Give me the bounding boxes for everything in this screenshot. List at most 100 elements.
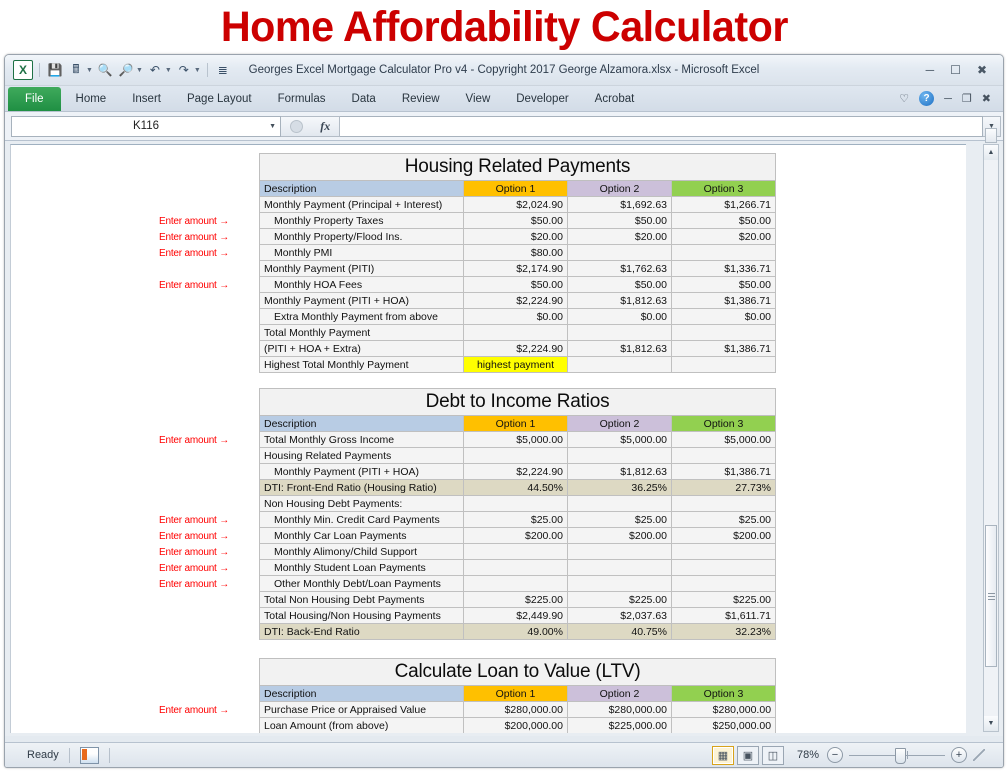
tab-file[interactable]: File [8, 87, 61, 111]
tab-page-layout[interactable]: Page Layout [174, 86, 265, 111]
cell-option-1[interactable] [463, 495, 568, 512]
table-row[interactable]: Monthly Alimony/Child Support [259, 543, 777, 560]
cell-option-1[interactable]: $25.00 [463, 511, 568, 528]
cell-option-3[interactable]: $1,336.71 [671, 260, 776, 277]
zoom-slider[interactable] [849, 747, 945, 764]
cell-option-2[interactable]: $200.00 [567, 527, 672, 544]
row-label[interactable]: Monthly Payment (PITI + HOA) [259, 292, 464, 309]
undo-dropdown-icon[interactable]: ▼ [165, 67, 172, 74]
cell-option-2[interactable]: $0.00 [567, 308, 672, 325]
name-box[interactable]: K116 ▼ [11, 115, 281, 137]
cell-option-3[interactable]: $5,000.00 [670, 431, 777, 448]
cell-option-1[interactable] [463, 447, 568, 464]
cell-option-1[interactable]: $2,224.90 [463, 292, 568, 309]
table-row[interactable]: DTI: Back-End Ratio 49.00% 40.75% 32.23% [259, 623, 777, 640]
cell-option-1[interactable]: $200,000.00 [463, 717, 568, 733]
zoom-level[interactable]: 78% [797, 749, 819, 761]
cell-option-3[interactable] [670, 447, 777, 464]
cell-option-3[interactable]: $1,386.71 [671, 292, 776, 309]
table-row[interactable]: Monthly HOA Fees $50.00 $50.00 $50.00 [259, 276, 776, 293]
cell-option-2[interactable]: $2,037.63 [567, 607, 672, 624]
cell-option-1[interactable]: $50.00 [463, 212, 568, 229]
row-label[interactable]: Monthly Min. Credit Card Payments [259, 511, 464, 528]
zoom-out-button[interactable]: − [827, 747, 843, 763]
table-row[interactable]: Monthly PMI $80.00 [259, 244, 776, 261]
row-label[interactable]: Monthly Payment (PITI) [259, 260, 464, 277]
cell-option-3[interactable]: $250,000.00 [670, 717, 777, 733]
row-label[interactable]: Total Housing/Non Housing Payments [259, 607, 464, 624]
row-label[interactable]: Loan Amount (from above) [259, 717, 464, 733]
cell-option-1[interactable]: $20.00 [463, 228, 568, 245]
cell-option-3[interactable] [670, 495, 777, 512]
row-label[interactable]: Highest Total Monthly Payment [259, 356, 464, 373]
cell-option-2[interactable] [567, 575, 672, 592]
row-label[interactable]: Monthly HOA Fees [259, 276, 464, 293]
redo-icon[interactable]: ↷ [175, 61, 193, 79]
cell-option-3[interactable]: $1,386.71 [671, 340, 776, 357]
cell-option-3[interactable]: 32.23% [670, 623, 777, 640]
cell-option-1[interactable]: $0.00 [463, 308, 568, 325]
cell-option-2[interactable] [567, 543, 672, 560]
cell-option-2[interactable]: $1,692.63 [567, 196, 672, 213]
tab-acrobat[interactable]: Acrobat [582, 86, 648, 111]
vertical-scrollbar[interactable]: ▲ ▼ [983, 128, 999, 732]
record-macro-icon[interactable] [79, 746, 99, 764]
cell-option-3[interactable]: $1,386.71 [670, 463, 777, 480]
cell-option-1[interactable] [463, 559, 568, 576]
row-label[interactable]: Monthly Payment (Principal + Interest) [259, 196, 464, 213]
cell-option-3[interactable]: 27.73% [670, 479, 777, 496]
cell-option-1[interactable]: $50.00 [463, 276, 568, 293]
cell-option-2[interactable]: $225,000.00 [567, 717, 672, 733]
cell-option-1[interactable]: $2,224.90 [463, 463, 568, 480]
cell-option-2[interactable]: $50.00 [567, 212, 672, 229]
cell-option-1[interactable] [463, 575, 568, 592]
redo-dropdown-icon[interactable]: ▼ [194, 67, 201, 74]
page-layout-view-icon[interactable]: ▣ [736, 745, 759, 765]
cell-option-1[interactable]: $2,024.90 [463, 196, 568, 213]
row-label[interactable]: Monthly Student Loan Payments [259, 559, 464, 576]
cell-option-3[interactable]: $225.00 [670, 591, 777, 608]
table-row[interactable]: Monthly Student Loan Payments [259, 559, 777, 576]
ribbon-collapse-icon[interactable]: ♡ [899, 92, 909, 105]
cell-option-3[interactable]: $280,000.00 [670, 701, 777, 718]
cell-option-1[interactable]: $200.00 [463, 527, 568, 544]
cell-option-1[interactable]: $2,449.90 [463, 607, 568, 624]
cell-option-2[interactable] [567, 244, 672, 261]
table-row[interactable]: Extra Monthly Payment from above $0.00 $0.… [259, 308, 776, 325]
cell-option-3[interactable]: $50.00 [671, 276, 776, 293]
row-label[interactable]: Monthly PMI [259, 244, 464, 261]
cell-option-2[interactable]: $5,000.00 [567, 431, 672, 448]
cell-option-2[interactable] [567, 447, 672, 464]
tab-data[interactable]: Data [339, 86, 389, 111]
help-icon[interactable]: ? [919, 91, 935, 106]
ribbon-close-icon[interactable]: ✖ [982, 92, 991, 105]
undo-icon[interactable]: ↶ [146, 61, 164, 79]
cell-option-3[interactable]: $200.00 [670, 527, 777, 544]
resize-grip-icon[interactable] [973, 749, 985, 761]
table-row[interactable]: Monthly Payment (PITI + HOA) $2,224.90 $1,… [259, 292, 776, 309]
tab-insert[interactable]: Insert [119, 86, 174, 111]
table-row[interactable]: Non Housing Debt Payments: [259, 495, 777, 512]
cell-option-2[interactable]: $50.00 [567, 276, 672, 293]
table-row[interactable]: Monthly Payment (PITI + HOA) $2,224.90 $1,… [259, 463, 777, 480]
tab-home[interactable]: Home [63, 86, 120, 111]
cell-option-2[interactable]: $1,812.63 [567, 463, 672, 480]
ribbon-restore-icon[interactable]: ❐ [962, 92, 972, 105]
cell-option-3[interactable] [671, 356, 776, 373]
cell-option-1[interactable]: highest payment [463, 356, 568, 373]
split-box[interactable] [985, 128, 997, 143]
table-row[interactable]: Total Housing/Non Housing Payments $2,449… [259, 607, 777, 624]
tab-review[interactable]: Review [389, 86, 453, 111]
cancel-entry-icon[interactable] [289, 119, 303, 133]
cell-option-3[interactable]: $0.00 [671, 308, 776, 325]
row-label[interactable]: Other Monthly Debt/Loan Payments [259, 575, 464, 592]
print-dropdown-icon[interactable]: ▼ [86, 67, 93, 74]
table-row[interactable]: Monthly Payment (PITI) $2,174.90 $1,762.63… [259, 260, 776, 277]
cell-option-1[interactable]: $2,174.90 [463, 260, 568, 277]
save-icon[interactable]: 💾 [46, 61, 64, 79]
find-icon[interactable]: 🔍 [96, 61, 114, 79]
row-label[interactable]: Total Monthly Gross Income [259, 431, 464, 448]
table-row[interactable]: Loan Amount (from above) $200,000.00 $225,… [259, 717, 777, 733]
table-row[interactable]: Other Monthly Debt/Loan Payments [259, 575, 777, 592]
row-label[interactable]: Extra Monthly Payment from above [259, 308, 464, 325]
